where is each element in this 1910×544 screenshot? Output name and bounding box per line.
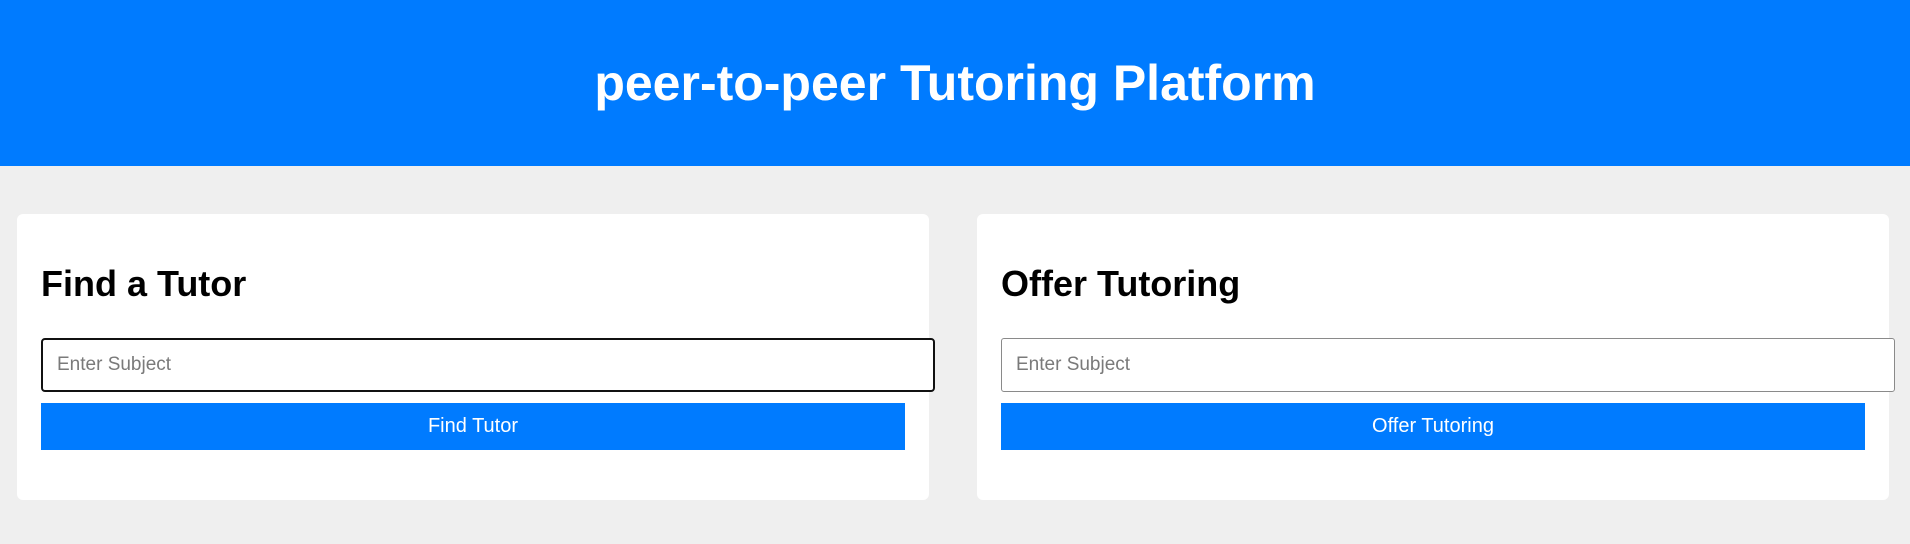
find-tutor-heading: Find a Tutor [41,263,247,304]
app-header: peer-to-peer Tutoring Platform [0,0,1910,166]
offer-tutoring-heading: Offer Tutoring [1001,263,1241,304]
offer-tutoring-button[interactable]: Offer Tutoring [1001,403,1865,450]
page-title: peer-to-peer Tutoring Platform [594,55,1316,111]
offer-tutoring-card: Offer Tutoring Offer Tutoring [977,214,1895,500]
main-content: Find a Tutor Find Tutor Offer Tutoring O… [0,166,1910,544]
offer-tutoring-subject-input[interactable] [1001,338,1895,392]
find-tutor-card: Find a Tutor Find Tutor [17,214,935,500]
find-tutor-button[interactable]: Find Tutor [41,403,905,450]
find-tutor-subject-input[interactable] [41,338,935,392]
